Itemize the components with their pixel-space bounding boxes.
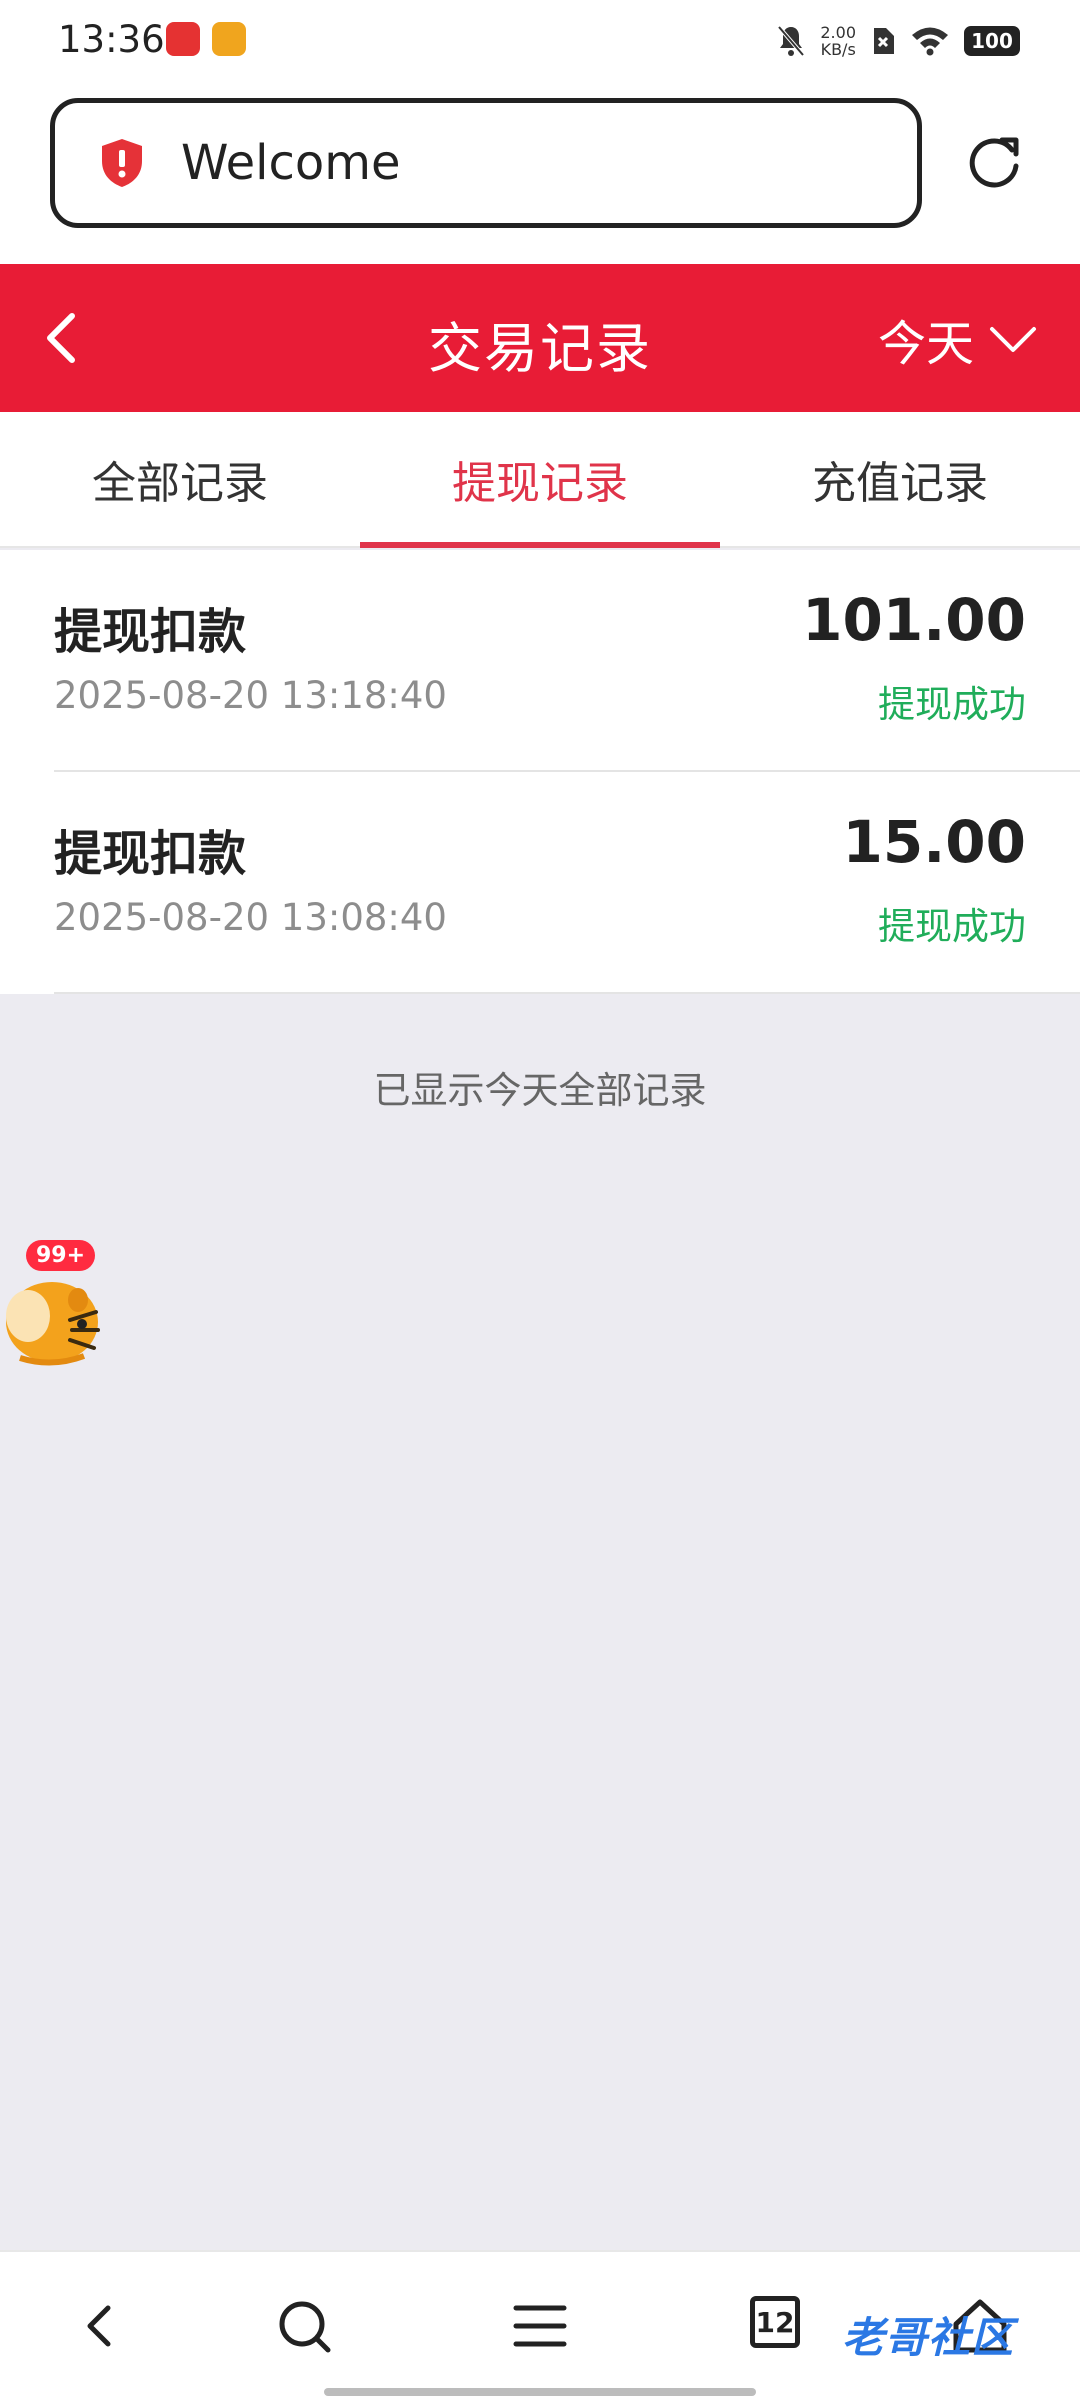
bottom-navigation: 12 老哥社区: [0, 2250, 1080, 2400]
tab-recharge-records[interactable]: 充值记录: [720, 412, 1080, 546]
network-speed-value: 2.00: [820, 23, 856, 42]
page-header: 交易记录 今天: [0, 264, 1080, 412]
address-text[interactable]: Welcome: [181, 135, 401, 191]
record-tabs: 全部记录 提现记录 充值记录: [0, 412, 1080, 548]
address-bar[interactable]: Welcome: [50, 98, 922, 228]
nav-back-icon[interactable]: [68, 2294, 132, 2358]
notification-count-badge: 99+: [26, 1240, 96, 1271]
tab-all-records[interactable]: 全部记录: [0, 412, 360, 546]
record-time: 2025-08-20 13:18:40: [54, 674, 447, 717]
chevron-down-icon: [990, 327, 1036, 352]
mascot-notification-icon: [212, 22, 246, 56]
record-status: 提现成功: [878, 905, 1026, 948]
menu-icon[interactable]: [508, 2294, 572, 2358]
record-amount: 101.00: [802, 586, 1026, 654]
status-time: 13:36: [58, 18, 165, 61]
record-list: 提现扣款 2025-08-20 13:18:40 101.00 提现成功 提现扣…: [0, 550, 1080, 994]
divider: [54, 992, 1080, 994]
security-warning-icon[interactable]: [99, 137, 145, 189]
end-of-list-note: 已显示今天全部记录: [373, 1069, 707, 1112]
status-bar: 13:36 2.00 KB/s 100: [0, 0, 1080, 80]
tabs-count-button[interactable]: 12: [750, 2296, 800, 2348]
record-status: 提现成功: [878, 683, 1026, 726]
wifi-icon: [912, 27, 948, 56]
tab-withdraw-records[interactable]: 提现记录: [360, 412, 720, 548]
status-indicators: 2.00 KB/s 100: [776, 18, 1020, 64]
date-filter-dropdown[interactable]: 今天: [878, 304, 1038, 374]
app-notification-icon: [166, 22, 200, 56]
home-indicator: [324, 2388, 756, 2396]
list-item[interactable]: 提现扣款 2025-08-20 13:18:40 101.00 提现成功: [0, 550, 1080, 772]
record-title: 提现扣款: [54, 826, 247, 882]
floating-mascot-button[interactable]: 99+: [0, 1240, 110, 1370]
battery-indicator: 100: [964, 26, 1020, 56]
record-title: 提现扣款: [54, 604, 247, 660]
list-item[interactable]: 提现扣款 2025-08-20 13:08:40 15.00 提现成功: [0, 772, 1080, 994]
watermark: 老哥社区: [842, 2313, 1015, 2362]
record-amount: 15.00: [842, 808, 1026, 876]
network-speed: 2.00 KB/s: [820, 24, 856, 58]
reload-icon[interactable]: [964, 132, 1024, 192]
date-filter-label: 今天: [877, 316, 974, 372]
browser-bar: Welcome: [0, 80, 1080, 264]
network-speed-unit: KB/s: [820, 40, 856, 59]
search-icon[interactable]: [272, 2294, 336, 2358]
record-time: 2025-08-20 13:08:40: [54, 896, 447, 939]
mute-bell-icon: [777, 25, 805, 57]
sim-off-icon: [874, 28, 894, 54]
